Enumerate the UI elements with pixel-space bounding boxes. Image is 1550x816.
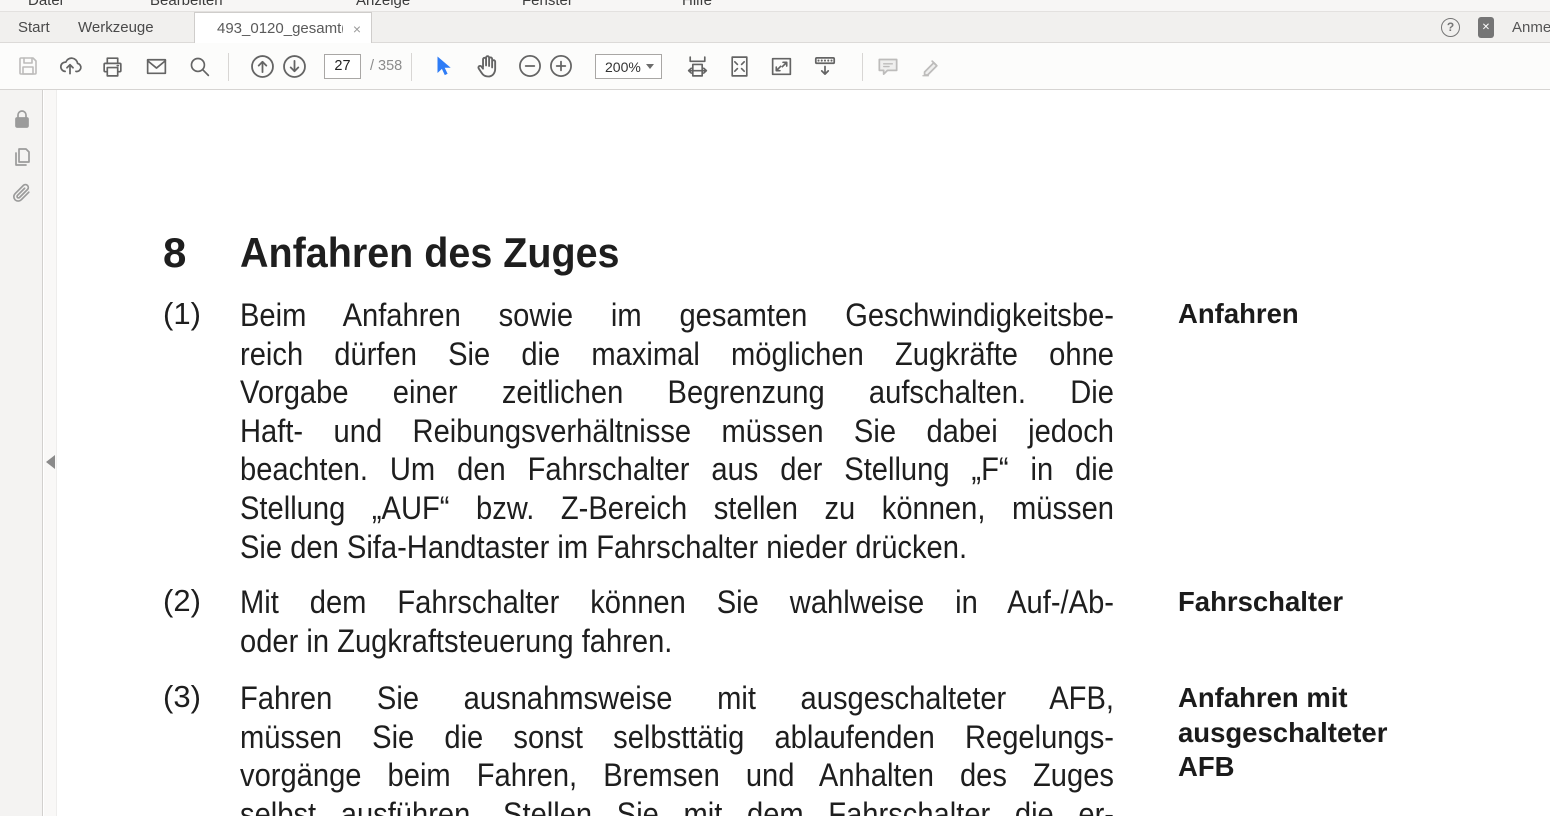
text-line: beachten. Um den Fahrschalter aus der St… xyxy=(240,451,1114,488)
main-area: 8 Anfahren des Zuges (1) Beim Anfahren so… xyxy=(0,90,1550,816)
document-page: 8 Anfahren des Zuges (1) Beim Anfahren so… xyxy=(57,90,1550,816)
text-line: vorgänge beim Fahren, Bremsen und Anhalt… xyxy=(240,757,1114,794)
text-line: Sie den Sifa-Handtaster im Fahrschalter … xyxy=(240,528,968,565)
paragraph-text: Mit dem Fahrschalter können Sie wahlweis… xyxy=(240,583,1114,660)
zoom-level-dropdown[interactable]: 200% xyxy=(595,54,662,79)
help-icon[interactable]: ? xyxy=(1441,18,1460,37)
tab-werkzeuge[interactable]: Werkzeuge xyxy=(78,12,154,43)
menu-item-bearbeiten[interactable]: Bearbeiten xyxy=(150,0,223,9)
text-line: selbst ausführen. Stellen Sie mit dem Fa… xyxy=(240,795,1114,816)
fit-width-icon[interactable] xyxy=(680,49,714,83)
paragraph-text: Fahren Sie ausnahmsweise mit ausgeschalt… xyxy=(240,679,1114,816)
panel-collapse-strip xyxy=(44,90,57,816)
menu-bar: Datei Bearbeiten Anzeige Fenster Hilfe xyxy=(0,0,1550,12)
toolbar-separator xyxy=(228,53,229,81)
fit-page-icon[interactable] xyxy=(722,49,756,83)
left-sidebar xyxy=(0,90,43,816)
paragraph-text: Beim Anfahren sowie im gesamten Geschwin… xyxy=(240,296,1114,566)
toolbar-separator xyxy=(411,53,412,81)
previous-page-icon[interactable] xyxy=(245,49,279,83)
margin-label: Anfahren mit ausgeschalteter AFB xyxy=(1178,681,1488,785)
search-icon[interactable] xyxy=(182,49,216,83)
save-icon[interactable] xyxy=(11,49,45,83)
margin-label-line: Anfahren xyxy=(1178,298,1299,329)
page-number-input[interactable]: 27 xyxy=(324,54,361,79)
select-tool-icon[interactable] xyxy=(426,49,460,83)
zoom-out-icon[interactable] xyxy=(513,49,547,83)
margin-label-line: Anfahren mit xyxy=(1178,682,1348,713)
comment-icon[interactable] xyxy=(871,49,905,83)
email-icon[interactable] xyxy=(139,49,173,83)
margin-label-line: AFB xyxy=(1178,751,1235,782)
text-line: Haft- und Reibungsverhältnisse müssen Si… xyxy=(240,412,1114,449)
page-thumbnails-icon[interactable] xyxy=(9,144,35,170)
attachments-paperclip-icon[interactable] xyxy=(9,181,35,207)
toolbar: 27 / 358 200% xyxy=(0,43,1550,90)
chevron-down-icon xyxy=(646,64,654,69)
print-icon[interactable] xyxy=(95,49,129,83)
tab-bar: Start Werkzeuge 493_0120_gesamt(... × ? … xyxy=(0,12,1550,44)
collapse-panel-arrow-icon[interactable] xyxy=(46,455,55,469)
text-line: oder in Zugkraftsteuerung fahren. xyxy=(240,622,673,659)
text-line: Stellung „AUF“ bzw. Z-Bereich stellen zu… xyxy=(240,489,1114,526)
text-line: Mit dem Fahrschalter können Sie wahlweis… xyxy=(240,584,1114,620)
text-line: Beim Anfahren sowie im gesamten Geschwin… xyxy=(240,297,1114,333)
text-line: müssen Sie die sonst selbsttätig ablaufe… xyxy=(240,718,1114,755)
mobile-device-icon[interactable]: ✕ xyxy=(1478,17,1494,38)
menu-item-datei[interactable]: Datei xyxy=(28,0,63,9)
tabbar-right-group: ? ✕ Anmelden xyxy=(1441,12,1550,43)
menu-item-hilfe[interactable]: Hilfe xyxy=(682,0,712,9)
reading-mode-icon[interactable] xyxy=(808,49,842,83)
margin-label: Anfahren xyxy=(1178,297,1488,332)
zoom-in-icon[interactable] xyxy=(544,49,578,83)
tab-document[interactable]: 493_0120_gesamt(... × xyxy=(194,12,372,44)
paragraph-number: (3) xyxy=(163,679,201,714)
text-line: reich dürfen Sie die maximal möglichen Z… xyxy=(240,335,1114,372)
page-total-label: / 358 xyxy=(370,58,403,74)
paragraph-number: (1) xyxy=(163,296,201,331)
share-upload-icon[interactable] xyxy=(53,49,87,83)
text-line: Fahren Sie ausnahmsweise mit ausgeschalt… xyxy=(240,680,1114,716)
sign-in-button[interactable]: Anmelden xyxy=(1512,19,1550,36)
paragraph-number: (2) xyxy=(163,583,201,618)
next-page-icon[interactable] xyxy=(277,49,311,83)
margin-label: Fahrschalter xyxy=(1178,585,1488,620)
menu-item-fenster[interactable]: Fenster xyxy=(522,0,573,9)
toolbar-separator xyxy=(862,53,863,81)
menu-item-anzeige[interactable]: Anzeige xyxy=(356,0,410,9)
fullscreen-icon[interactable] xyxy=(764,49,798,83)
highlighter-icon[interactable] xyxy=(913,49,947,83)
security-lock-icon[interactable] xyxy=(9,106,35,132)
zoom-level-value: 200% xyxy=(605,58,641,75)
page-title: Anfahren des Zuges xyxy=(240,229,620,276)
tab-start[interactable]: Start xyxy=(18,12,50,43)
hand-tool-icon[interactable] xyxy=(470,49,504,83)
text-line: Vorgabe einer zeitlichen Begrenzung aufs… xyxy=(240,374,1114,411)
margin-label-line: Fahrschalter xyxy=(1178,586,1344,617)
margin-label-line: ausgeschalteter xyxy=(1178,716,1388,748)
tab-document-label: 493_0120_gesamt(... xyxy=(217,20,343,37)
close-tab-icon[interactable]: × xyxy=(353,21,361,37)
heading-number: 8 xyxy=(163,229,187,276)
